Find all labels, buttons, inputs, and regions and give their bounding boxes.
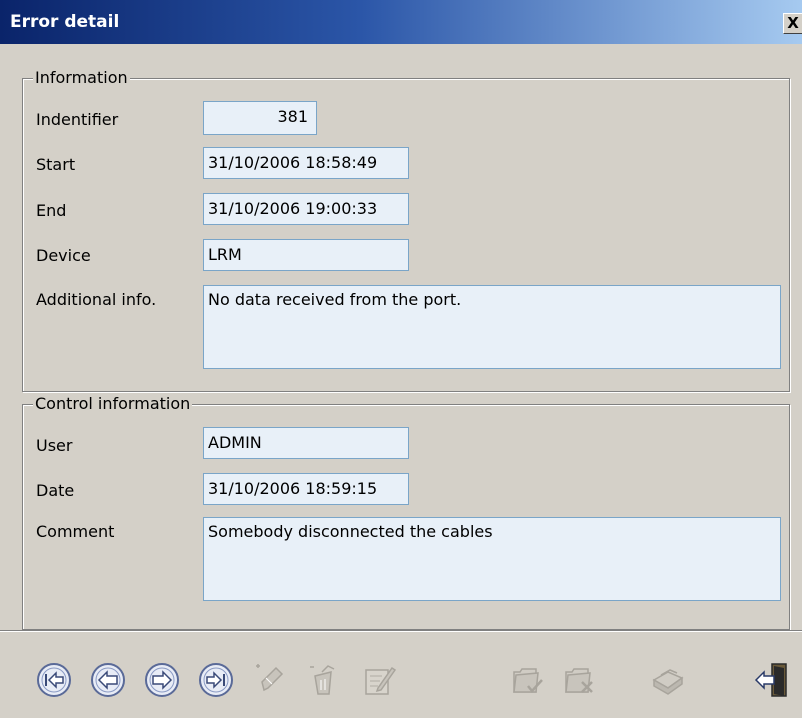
identifier-label: Indentifier <box>36 110 119 129</box>
user-label: User <box>36 436 73 455</box>
cancel-icon <box>565 668 593 693</box>
exit-button[interactable] <box>752 660 792 700</box>
last-record-icon <box>199 663 233 697</box>
previous-record-icon <box>91 663 125 697</box>
delete-record-button[interactable] <box>304 660 344 700</box>
window-title: Error detail <box>10 12 120 32</box>
comment-label: Comment <box>36 522 115 541</box>
confirm-button[interactable] <box>506 660 546 700</box>
delete-record-icon <box>310 665 335 695</box>
end-field[interactable]: 31/10/2006 19:00:33 <box>203 193 409 225</box>
last-record-button[interactable] <box>196 660 236 700</box>
add-record-icon <box>256 664 284 692</box>
first-record-icon <box>37 663 71 697</box>
close-button[interactable]: X <box>783 13 802 34</box>
identifier-field[interactable]: 381 <box>203 101 317 135</box>
cancel-button[interactable] <box>558 660 598 700</box>
additional-info-label: Additional info. <box>36 290 157 309</box>
previous-record-button[interactable] <box>88 660 128 700</box>
device-label: Device <box>36 246 91 265</box>
date-field[interactable]: 31/10/2006 18:59:15 <box>203 473 409 505</box>
information-legend: Information <box>33 68 130 87</box>
toolbar-separator <box>0 630 802 632</box>
print-button[interactable] <box>648 660 688 700</box>
print-icon <box>652 669 684 695</box>
confirm-icon <box>513 668 543 693</box>
device-field[interactable]: LRM <box>203 239 409 271</box>
edit-record-icon <box>365 666 397 695</box>
date-label: Date <box>36 481 75 500</box>
next-record-button[interactable] <box>142 660 182 700</box>
next-record-icon <box>145 663 179 697</box>
additional-info-field[interactable]: No data received from the port. <box>203 285 781 369</box>
first-record-button[interactable] <box>34 660 74 700</box>
user-field[interactable]: ADMIN <box>203 427 409 459</box>
control-information-legend: Control information <box>33 394 193 413</box>
edit-record-button[interactable] <box>358 660 398 700</box>
error-detail-window: Error detail X Information Indentifier 3… <box>0 0 802 718</box>
exit-icon <box>754 663 787 697</box>
comment-field[interactable]: Somebody disconnected the cables <box>203 517 781 601</box>
start-label: Start <box>36 155 76 174</box>
start-field[interactable]: 31/10/2006 18:58:49 <box>203 147 409 179</box>
end-label: End <box>36 201 67 220</box>
add-record-button[interactable] <box>250 660 290 700</box>
title-bar[interactable]: Error detail X <box>0 0 802 44</box>
